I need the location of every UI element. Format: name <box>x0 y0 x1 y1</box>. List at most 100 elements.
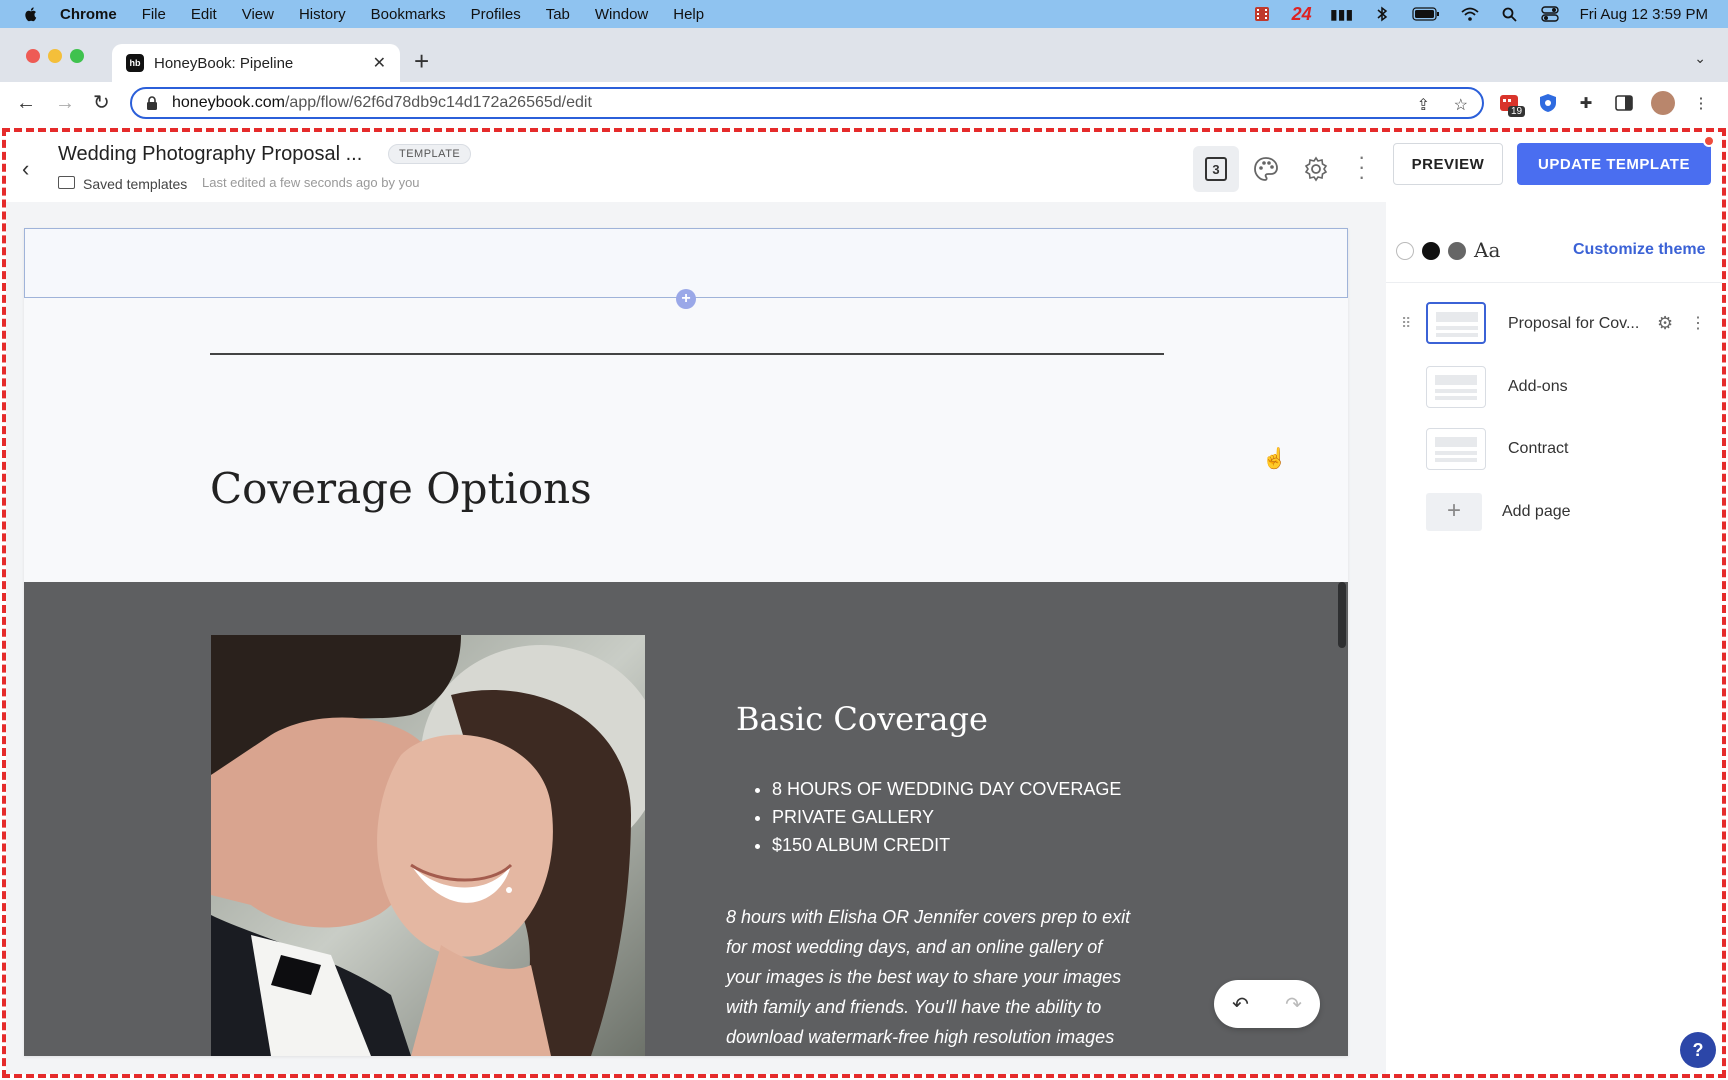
undo-redo-controls: ↶ ↷ <box>1214 980 1320 1028</box>
theme-color-swatch-white[interactable] <box>1396 242 1414 260</box>
description-line: your images is the best way to share you… <box>726 967 1122 987</box>
panel-divider <box>1386 282 1722 283</box>
bullet-item: PRIVATE GALLERY <box>772 807 1121 835</box>
film-strip-icon[interactable] <box>1252 6 1272 22</box>
bullet-item: $150 ALBUM CREDIT <box>772 835 1121 863</box>
menu-profiles[interactable]: Profiles <box>471 6 521 23</box>
share-icon[interactable]: ⇪ <box>1417 95 1430 115</box>
menu-bookmarks[interactable]: Bookmarks <box>371 6 446 23</box>
customize-theme-link[interactable]: Customize theme <box>1573 241 1705 259</box>
help-button[interactable]: ? <box>1680 1032 1716 1068</box>
template-badge: TEMPLATE <box>388 144 472 164</box>
add-page-label[interactable]: Add page <box>1502 503 1571 521</box>
last-edited-status: Last edited a few seconds ago by you <box>202 175 420 190</box>
selected-section[interactable] <box>24 228 1348 298</box>
menu-app-name[interactable]: Chrome <box>60 6 117 23</box>
window-zoom-button[interactable] <box>70 49 84 63</box>
honeybook-favicon-icon: hb <box>126 54 144 72</box>
menu-view[interactable]: View <box>242 6 274 23</box>
section-heading[interactable]: Coverage Options <box>210 464 592 513</box>
apple-icon[interactable] <box>22 5 40 23</box>
couple-photo[interactable] <box>211 635 645 1056</box>
spotlight-search-icon[interactable] <box>1500 6 1520 22</box>
profile-avatar[interactable] <box>1651 91 1675 115</box>
side-panel-icon[interactable] <box>1613 92 1635 114</box>
forward-arrow-icon[interactable]: → <box>55 92 75 114</box>
undo-icon[interactable]: ↶ <box>1232 992 1249 1017</box>
palette-icon <box>1254 157 1278 181</box>
tab-close-icon[interactable]: ✕ <box>373 53 386 73</box>
page-thumbnail-addons[interactable] <box>1426 366 1486 408</box>
page-settings-gear-icon[interactable]: ⚙ <box>1657 313 1673 334</box>
lock-icon <box>147 96 157 110</box>
page-thumbnail-proposal[interactable] <box>1426 302 1486 344</box>
hand-cursor-icon: ☝ <box>1262 448 1287 470</box>
package-description[interactable]: 8 hours with Elisha OR Jennifer covers p… <box>726 902 1156 1052</box>
extension-shield-icon[interactable] <box>1537 92 1559 114</box>
menu-history[interactable]: History <box>299 6 346 23</box>
package-bullets[interactable]: 8 HOURS OF WEDDING DAY COVERAGE PRIVATE … <box>772 779 1121 863</box>
window-close-button[interactable] <box>26 49 40 63</box>
page-label-addons[interactable]: Add-ons <box>1508 378 1568 396</box>
description-line: for most wedding days, and an online gal… <box>726 937 1103 957</box>
description-line: download watermark-free high resolution … <box>726 1027 1115 1047</box>
drag-handle-icon[interactable]: ⠿ <box>1401 315 1411 332</box>
more-options-kebab-icon[interactable]: · · · <box>1358 146 1365 188</box>
bullet-item: 8 HOURS OF WEDDING DAY COVERAGE <box>772 779 1121 807</box>
address-bar[interactable]: honeybook.com/app/flow/62f6d78db9c14d172… <box>130 87 1484 119</box>
menubar-status-area: 24 ▮▮▮ Fri Aug 12 3:59 PM <box>1252 0 1708 28</box>
extension-badge: 19 <box>1508 106 1526 117</box>
bookmark-star-icon[interactable]: ☆ <box>1454 95 1468 115</box>
pages-stack-icon: 3 <box>1205 157 1227 181</box>
page-label-proposal[interactable]: Proposal for Cov... <box>1508 315 1639 333</box>
wifi-icon[interactable] <box>1460 6 1480 22</box>
app-24-icon[interactable]: 24 <box>1292 4 1312 24</box>
menu-window[interactable]: Window <box>595 6 648 23</box>
description-line: 8 hours with Elisha OR Jennifer covers p… <box>726 907 1131 927</box>
document-title[interactable]: Wedding Photography Proposal ... <box>58 143 362 166</box>
menu-tab[interactable]: Tab <box>546 6 570 23</box>
add-page-plus-icon[interactable]: + <box>1426 493 1482 531</box>
macos-menubar: Chrome File Edit View History Bookmarks … <box>0 0 1728 28</box>
menu-help[interactable]: Help <box>673 6 704 23</box>
theme-color-swatch-gray[interactable] <box>1448 242 1466 260</box>
canvas-scrollbar-thumb[interactable] <box>1338 582 1346 648</box>
add-section-plus-icon[interactable]: + <box>676 289 696 309</box>
back-arrow-icon[interactable]: ← <box>16 92 36 114</box>
window-minimize-button[interactable] <box>48 49 62 63</box>
battery-icon[interactable] <box>1411 6 1440 22</box>
theme-palette-button[interactable] <box>1243 146 1289 192</box>
theme-font-sample[interactable]: Aa <box>1474 238 1500 262</box>
reload-icon[interactable]: ↻ <box>93 92 110 114</box>
menubar-clock[interactable]: Fri Aug 12 3:59 PM <box>1580 6 1708 23</box>
new-tab-icon[interactable]: + <box>414 46 429 76</box>
extensions-puzzle-icon[interactable]: ✚ <box>1575 92 1597 114</box>
menu-file[interactable]: File <box>142 6 166 23</box>
page-label-contract[interactable]: Contract <box>1508 440 1568 458</box>
page-more-kebab-icon[interactable]: ⋮ <box>1690 313 1706 333</box>
audio-bars-icon[interactable]: ▮▮▮ <box>1330 6 1353 22</box>
folder-icon <box>58 176 75 189</box>
notification-dot <box>1703 135 1715 147</box>
theme-color-swatch-black[interactable] <box>1422 242 1440 260</box>
pages-toggle-button[interactable]: 3 <box>1193 146 1239 192</box>
url-path: /app/flow/62f6d78db9c14d172a26565d/edit <box>284 94 592 111</box>
preview-button[interactable]: PREVIEW <box>1393 143 1503 185</box>
settings-button[interactable] <box>1293 146 1339 192</box>
package-title[interactable]: Basic Coverage <box>736 700 988 738</box>
bluetooth-icon[interactable] <box>1372 6 1392 22</box>
tab-title: HoneyBook: Pipeline <box>154 54 294 72</box>
menu-edit[interactable]: Edit <box>191 6 217 23</box>
divider-line[interactable] <box>210 353 1164 355</box>
proposal-page: + Coverage Options Basic Coverage • 8 HO… <box>24 228 1348 1056</box>
gear-icon <box>1304 156 1328 182</box>
page-thumbnail-contract[interactable] <box>1426 428 1486 470</box>
chrome-menu-kebab-icon[interactable]: ⋮ <box>1690 92 1712 114</box>
saved-templates-link[interactable]: Saved templates <box>83 176 187 192</box>
browser-tab-active[interactable]: hb HoneyBook: Pipeline ✕ <box>112 44 400 82</box>
back-chevron-icon[interactable]: ‹ <box>22 156 29 182</box>
redo-icon[interactable]: ↷ <box>1285 992 1302 1017</box>
update-template-button[interactable]: UPDATE TEMPLATE <box>1517 143 1711 185</box>
tab-search-chevron-icon[interactable]: ⌄ <box>1694 50 1706 67</box>
control-center-icon[interactable] <box>1540 6 1560 22</box>
